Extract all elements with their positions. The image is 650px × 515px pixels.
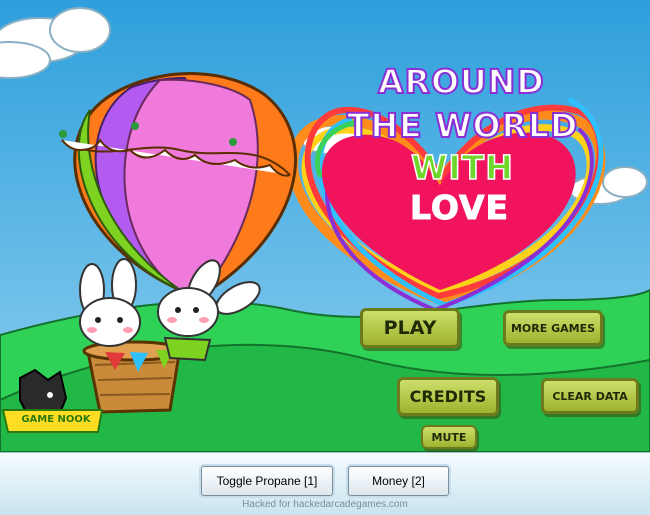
- mute-button[interactable]: MUTE: [421, 425, 477, 449]
- title-line-3: WITH: [410, 147, 514, 188]
- title-line-4: LOVE: [409, 188, 510, 228]
- money-button[interactable]: Money [2]: [348, 466, 449, 496]
- play-button[interactable]: PLAY: [360, 308, 460, 348]
- credits-button[interactable]: CREDITS: [397, 377, 499, 416]
- hack-toolbar: Toggle Propane [1] Money [2] Hacked for …: [0, 452, 650, 515]
- clear-data-button[interactable]: CLEAR DATA: [541, 378, 639, 414]
- game-nook-logo-text[interactable]: GAME NOOK: [12, 414, 100, 425]
- title-line-1: AROUND: [377, 61, 545, 102]
- toggle-propane-button[interactable]: Toggle Propane [1]: [201, 466, 333, 496]
- hacked-credit-text: Hacked for hackedarcadegames.com: [242, 499, 408, 510]
- game-stage: AROUND THE WORLD WITH LOVE PLAY MORE GAM…: [0, 0, 650, 452]
- more-games-button[interactable]: MORE GAMES: [503, 310, 603, 346]
- title-line-2: THE WORLD: [346, 105, 579, 146]
